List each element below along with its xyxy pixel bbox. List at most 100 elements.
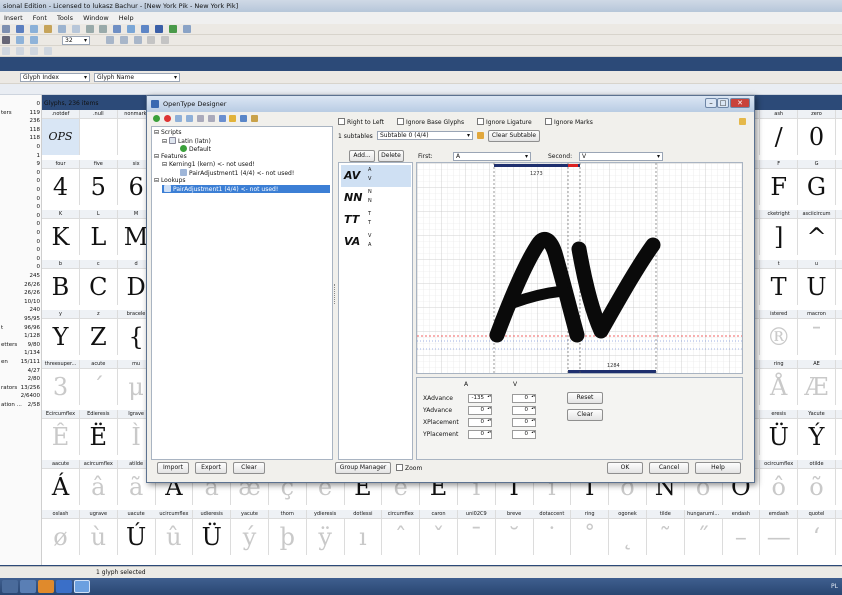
glyph-cell[interactable]: breve ˘ bbox=[495, 510, 534, 555]
zoom-in-icon[interactable] bbox=[15, 36, 24, 44]
glyph-cell[interactable]: hungaruml... ˝ bbox=[684, 510, 723, 555]
open-icon[interactable] bbox=[2, 25, 10, 33]
glyph-cell[interactable]: cC bbox=[79, 260, 118, 305]
add-pair-button[interactable]: Add... bbox=[349, 150, 375, 162]
glyph-cell[interactable]: endash – bbox=[722, 510, 761, 555]
glyph-cell[interactable]: otilde õ bbox=[798, 460, 836, 505]
tray-lang[interactable]: PL bbox=[831, 583, 838, 590]
glyph-cell[interactable] bbox=[835, 510, 842, 555]
glyph-cell[interactable]: acute ´ bbox=[79, 360, 118, 405]
glyph-cell[interactable]: yY bbox=[42, 310, 80, 355]
menu-font[interactable]: Font bbox=[29, 14, 51, 22]
tree-scripts[interactable]: ⊟ Scripts bbox=[154, 129, 181, 136]
glyph-cell[interactable]: zZ bbox=[79, 310, 118, 355]
tree-default[interactable]: Default bbox=[180, 145, 211, 153]
subtable-folder-icon[interactable] bbox=[477, 132, 484, 139]
yadvance-a-spinner[interactable]: 0 bbox=[468, 406, 492, 415]
glyph-cell[interactable]: ugrave ù bbox=[79, 510, 118, 555]
glyph-cell[interactable]: bB bbox=[42, 260, 80, 305]
glyph-name-select[interactable]: Glyph Name bbox=[94, 73, 180, 82]
glyph-cell[interactable]: LL bbox=[79, 210, 118, 255]
layout-icon[interactable] bbox=[2, 36, 10, 44]
menu-insert[interactable]: Insert bbox=[0, 14, 27, 22]
feature-tree[interactable]: ⊟ Scripts ⊟ Latin (latn) Default ⊟ Featu… bbox=[151, 126, 333, 460]
rect-icon[interactable] bbox=[147, 36, 156, 44]
ignore-marks-checkbox[interactable]: Ignore Marks bbox=[545, 118, 593, 126]
glyph-index-select[interactable]: Glyph Index bbox=[20, 73, 90, 82]
export-button[interactable]: Export bbox=[195, 462, 227, 474]
splitter[interactable] bbox=[333, 114, 337, 460]
flip-icon[interactable] bbox=[29, 47, 38, 55]
glyph-cell[interactable]: uni02C9 ˉ bbox=[457, 510, 496, 555]
node-icon[interactable] bbox=[105, 36, 114, 44]
glyph-cell[interactable]: yacute ý bbox=[231, 510, 269, 555]
group-manager-button[interactable]: Group Manager bbox=[335, 462, 391, 474]
glyph-cell[interactable]: zero 0 bbox=[798, 110, 836, 155]
pair-item[interactable]: VA V A bbox=[341, 231, 411, 253]
ok-button[interactable]: OK bbox=[607, 462, 643, 474]
glyph-cell[interactable]: Ecircumflex Ê bbox=[42, 410, 80, 455]
first-glyph-select[interactable]: A bbox=[453, 152, 531, 161]
glyph-cell[interactable]: ThornÞ bbox=[835, 410, 842, 455]
tree-pair-adjustment-feature[interactable]: PairAdjustment1 (4/4) <- not used! bbox=[180, 169, 294, 177]
kerning-pairs-list[interactable]: AV A V NN N N TT T T VA V A bbox=[338, 162, 413, 460]
pair-item[interactable]: TT T T bbox=[341, 209, 411, 231]
glyph-cell[interactable]: Yacute Ý bbox=[798, 410, 836, 455]
taskbar-app-icon[interactable] bbox=[20, 580, 36, 593]
subtable-select[interactable]: Subtable 0 (4/4) bbox=[377, 131, 473, 140]
info-icon[interactable] bbox=[739, 118, 746, 125]
glyph-cell[interactable]: Edieresis Ë bbox=[79, 410, 118, 455]
glyph-cell[interactable]: GG bbox=[798, 160, 836, 205]
glyph-cell[interactable]: one1 bbox=[835, 110, 842, 155]
validate-icon[interactable] bbox=[155, 25, 164, 33]
tree-latin[interactable]: ⊟ Latin (latn) bbox=[162, 137, 211, 145]
ignore-base-glyphs-checkbox[interactable]: Ignore Base Glyphs bbox=[397, 118, 464, 126]
grid-icon[interactable] bbox=[182, 25, 191, 33]
glyph-cell[interactable]: ring Å bbox=[760, 360, 799, 405]
reset-button[interactable]: Reset bbox=[567, 392, 603, 404]
zoom-out-icon[interactable] bbox=[29, 36, 38, 44]
glyph-cell[interactable]: ash / bbox=[760, 110, 799, 155]
edit-icon[interactable] bbox=[174, 115, 182, 122]
glyph-cell[interactable]: cketright] bbox=[760, 210, 799, 255]
glyph-icon[interactable] bbox=[113, 25, 122, 33]
xplacement-v-spinner[interactable]: 0 bbox=[512, 418, 536, 427]
cut-icon[interactable] bbox=[43, 25, 52, 33]
yadvance-v-spinner[interactable]: 0 bbox=[512, 406, 536, 415]
wizard-icon[interactable] bbox=[229, 115, 237, 122]
copy-icon[interactable] bbox=[185, 115, 193, 122]
glyph-cell[interactable]: ydieresis ÿ bbox=[306, 510, 345, 555]
glyph-cell[interactable]: ogonek ˛ bbox=[609, 510, 647, 555]
glyph-cell[interactable]: caron ˇ bbox=[420, 510, 458, 555]
find-icon[interactable] bbox=[29, 25, 38, 33]
glyph-cell[interactable]: oslash ø bbox=[42, 510, 80, 555]
xadvance-a-spinner[interactable]: -135 bbox=[468, 394, 492, 403]
up-icon[interactable] bbox=[196, 115, 204, 122]
pen-icon[interactable] bbox=[119, 36, 128, 44]
cancel-button[interactable]: Cancel bbox=[649, 462, 689, 474]
menu-tools[interactable]: Tools bbox=[53, 14, 77, 22]
help-button[interactable]: Help bbox=[695, 462, 741, 474]
glyph-cell[interactable]: four 4 bbox=[42, 160, 80, 205]
metrics-icon[interactable] bbox=[127, 25, 136, 33]
preview-icon[interactable] bbox=[141, 25, 150, 33]
glyph-cell[interactable]: uacute Ú bbox=[117, 510, 156, 555]
glyph-cell[interactable]: dotlessi ı bbox=[344, 510, 383, 555]
xadvance-v-spinner[interactable]: 0 bbox=[512, 394, 536, 403]
folder-icon[interactable] bbox=[38, 580, 54, 593]
clear-metrics-button[interactable]: Clear bbox=[567, 409, 603, 421]
skype-icon[interactable] bbox=[56, 580, 72, 593]
glyph-cell[interactable] bbox=[835, 460, 842, 505]
yplacement-a-spinner[interactable]: 0 bbox=[468, 430, 492, 439]
glyph-cell[interactable]: CcedilÇ bbox=[835, 360, 842, 405]
glyph-cell[interactable]: uU bbox=[798, 260, 836, 305]
distribute-icon[interactable] bbox=[15, 47, 24, 55]
shape-icon[interactable] bbox=[133, 36, 142, 44]
tree-kerning[interactable]: ⊟ Kerning1 (kern) <- not used! bbox=[162, 161, 255, 168]
glyph-cell[interactable]: .null bbox=[79, 110, 118, 155]
glyph-cell[interactable]: ucircumflex û bbox=[155, 510, 194, 555]
pair-item[interactable]: NN N N bbox=[341, 187, 411, 209]
glyph-cell[interactable]: emdash — bbox=[760, 510, 799, 555]
rotate-icon[interactable] bbox=[43, 47, 52, 55]
undo-icon[interactable] bbox=[85, 25, 94, 33]
